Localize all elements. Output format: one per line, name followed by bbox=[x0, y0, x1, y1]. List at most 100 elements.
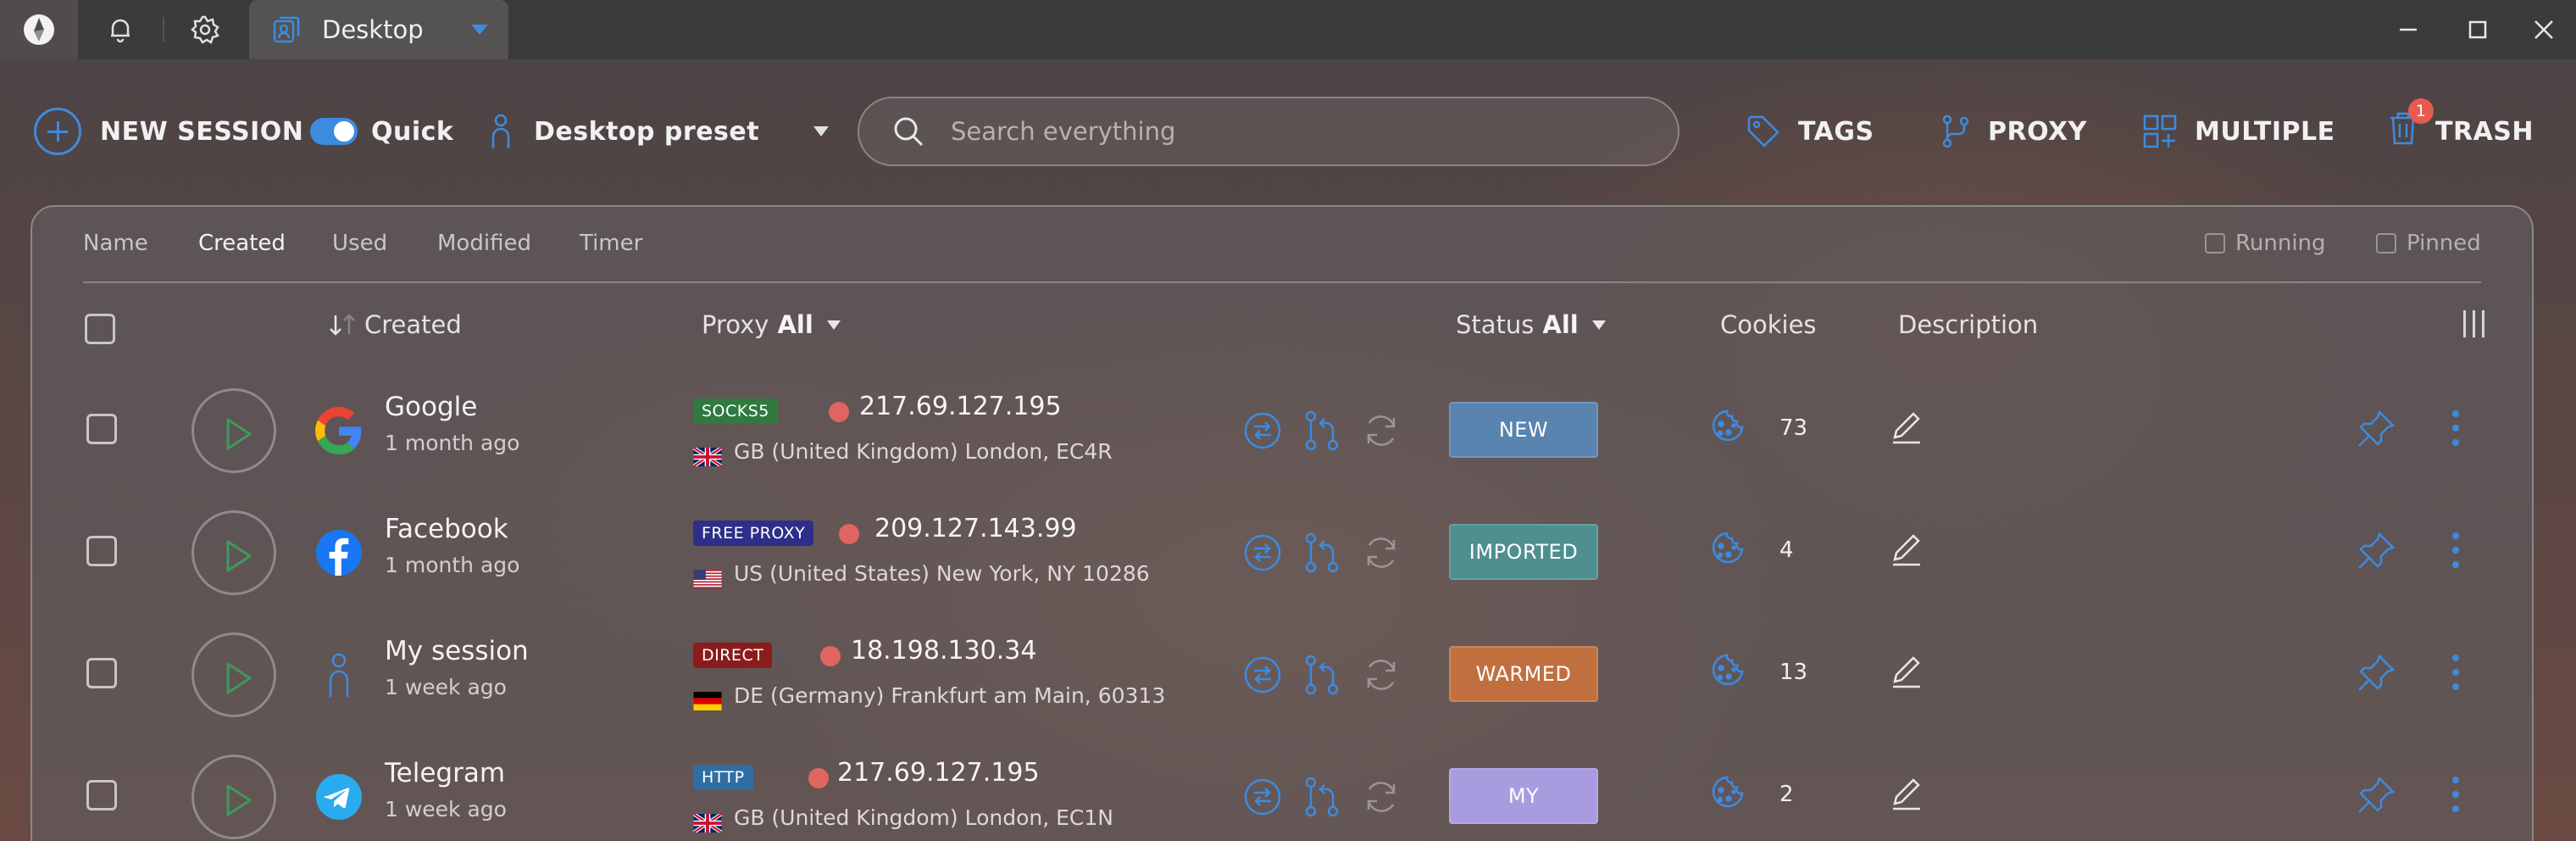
sort-name[interactable]: Name bbox=[83, 231, 148, 256]
session-created: 1 month ago bbox=[385, 431, 520, 455]
change-proxy-icon[interactable] bbox=[1298, 773, 1346, 821]
swap-proxy-icon[interactable] bbox=[1239, 773, 1286, 821]
select-all-checkbox[interactable] bbox=[85, 314, 115, 344]
trash-button[interactable]: 1 TRASH bbox=[2388, 85, 2534, 178]
swap-proxy-icon[interactable] bbox=[1239, 407, 1286, 454]
proxy-location: US (United States) New York, NY 10286 bbox=[734, 561, 1150, 586]
refresh-icon[interactable] bbox=[1357, 773, 1405, 821]
session-created: 1 week ago bbox=[385, 797, 507, 822]
status-badge[interactable]: NEW bbox=[1449, 402, 1598, 458]
status-badge[interactable]: WARMED bbox=[1449, 646, 1598, 702]
cookies-column-header[interactable]: Cookies bbox=[1720, 310, 1817, 339]
row-checkbox[interactable] bbox=[86, 658, 117, 688]
gear-icon[interactable] bbox=[163, 0, 247, 59]
refresh-icon[interactable] bbox=[1357, 407, 1405, 454]
row-checkbox[interactable] bbox=[86, 780, 117, 810]
new-session-button[interactable]: NEW SESSION bbox=[34, 85, 303, 178]
pin-icon[interactable] bbox=[2356, 531, 2396, 575]
status-column-header[interactable]: Status All bbox=[1456, 310, 1606, 339]
proxy-type-badge: DIRECT bbox=[693, 643, 773, 668]
running-filter[interactable]: Running bbox=[2205, 231, 2326, 256]
profiles-icon bbox=[273, 16, 300, 43]
session-name[interactable]: Google bbox=[385, 392, 477, 422]
session-created: 1 week ago bbox=[385, 675, 507, 699]
proxy-location: GB (United Kingdom) London, EC4R bbox=[734, 439, 1113, 464]
edit-description-icon[interactable] bbox=[1888, 653, 1925, 693]
proxy-column-header[interactable]: Proxy All bbox=[702, 310, 841, 339]
play-button[interactable] bbox=[192, 510, 276, 595]
change-proxy-icon[interactable] bbox=[1298, 529, 1346, 576]
session-name[interactable]: Telegram bbox=[385, 758, 505, 788]
trash-icon-wrap: 1 bbox=[2388, 98, 2434, 153]
change-proxy-icon[interactable] bbox=[1298, 407, 1346, 454]
quick-toggle[interactable]: Quick bbox=[310, 85, 453, 178]
running-checkbox[interactable] bbox=[2205, 233, 2225, 253]
status-badge[interactable]: IMPORTED bbox=[1449, 524, 1598, 580]
session-name[interactable]: My session bbox=[385, 636, 529, 666]
proxy-ip[interactable]: 217.69.127.195 bbox=[859, 392, 1062, 421]
table-row[interactable]: My session 1 week ago DIRECT 18.198.130.… bbox=[32, 614, 2532, 736]
row-checkbox[interactable] bbox=[86, 536, 117, 566]
pinned-checkbox[interactable] bbox=[2376, 233, 2396, 253]
row-checkbox[interactable] bbox=[86, 414, 117, 444]
more-options-icon[interactable] bbox=[2447, 529, 2464, 575]
table-row[interactable]: Google 1 month ago SOCKS5 217.69.127.195… bbox=[32, 370, 2532, 492]
minimize-icon[interactable] bbox=[2374, 0, 2442, 59]
edit-description-icon[interactable] bbox=[1888, 775, 1925, 816]
tags-button[interactable]: TAGS bbox=[1746, 85, 1874, 178]
description-column-header[interactable]: Description bbox=[1898, 310, 2038, 339]
edit-description-icon[interactable] bbox=[1888, 409, 1925, 449]
refresh-icon[interactable] bbox=[1357, 651, 1405, 699]
app-logo-icon[interactable] bbox=[0, 0, 78, 59]
cookie-icon[interactable] bbox=[1708, 651, 1747, 693]
created-column-header[interactable]: Created bbox=[327, 310, 462, 339]
table-row[interactable]: Facebook 1 month ago FREE PROXY 209.127.… bbox=[32, 492, 2532, 614]
proxy-ip[interactable]: 18.198.130.34 bbox=[851, 636, 1036, 666]
edit-description-icon[interactable] bbox=[1888, 531, 1925, 571]
session-name[interactable]: Facebook bbox=[385, 514, 508, 544]
sort-modified[interactable]: Modified bbox=[437, 231, 531, 256]
quick-label: Quick bbox=[371, 116, 454, 147]
proxy-ip[interactable]: 209.127.143.99 bbox=[874, 514, 1077, 543]
search-bar[interactable] bbox=[858, 97, 1679, 166]
multiple-button[interactable]: MULTIPLE bbox=[2142, 85, 2335, 178]
proxy-location: DE (Germany) Frankfurt am Main, 60313 bbox=[734, 683, 1166, 708]
pinned-filter[interactable]: Pinned bbox=[2376, 231, 2481, 256]
status-badge[interactable]: MY bbox=[1449, 768, 1598, 824]
preset-dropdown[interactable]: Desktop preset bbox=[488, 85, 830, 178]
change-proxy-icon[interactable] bbox=[1298, 651, 1346, 699]
sort-created[interactable]: Created bbox=[198, 231, 286, 256]
more-options-icon[interactable] bbox=[2447, 407, 2464, 453]
pin-icon[interactable] bbox=[2356, 775, 2396, 819]
bell-icon[interactable] bbox=[78, 0, 163, 59]
tags-label: TAGS bbox=[1798, 116, 1874, 147]
cookie-icon[interactable] bbox=[1708, 407, 1747, 449]
toggle-switch[interactable] bbox=[310, 118, 358, 145]
swap-proxy-icon[interactable] bbox=[1239, 529, 1286, 576]
swap-proxy-icon[interactable] bbox=[1239, 651, 1286, 699]
tab-desktop[interactable]: Desktop bbox=[249, 0, 508, 59]
proxy-ip[interactable]: 217.69.127.195 bbox=[837, 758, 1040, 788]
close-icon[interactable] bbox=[2510, 0, 2576, 59]
play-button[interactable] bbox=[192, 755, 276, 839]
chevron-down-icon[interactable] bbox=[471, 25, 488, 35]
more-options-icon[interactable] bbox=[2447, 773, 2464, 819]
plus-icon bbox=[34, 108, 81, 155]
play-button[interactable] bbox=[192, 388, 276, 473]
refresh-icon[interactable] bbox=[1357, 529, 1405, 576]
proxy-icon bbox=[1942, 114, 1969, 148]
columns-settings-icon[interactable] bbox=[2463, 310, 2484, 337]
sort-used[interactable]: Used bbox=[332, 231, 387, 256]
sort-timer[interactable]: Timer bbox=[580, 231, 642, 256]
cookie-icon[interactable] bbox=[1708, 773, 1747, 816]
proxy-button[interactable]: PROXY bbox=[1940, 85, 2087, 178]
table-row[interactable]: Telegram 1 week ago HTTP 217.69.127.195 … bbox=[32, 736, 2532, 841]
more-options-icon[interactable] bbox=[2447, 651, 2464, 697]
proxy-type-badge: HTTP bbox=[693, 765, 753, 790]
search-input[interactable] bbox=[951, 117, 1612, 146]
play-button[interactable] bbox=[192, 632, 276, 717]
pin-icon[interactable] bbox=[2356, 409, 2396, 453]
pin-icon[interactable] bbox=[2356, 653, 2396, 697]
maximize-icon[interactable] bbox=[2444, 0, 2512, 59]
cookie-icon[interactable] bbox=[1708, 529, 1747, 571]
